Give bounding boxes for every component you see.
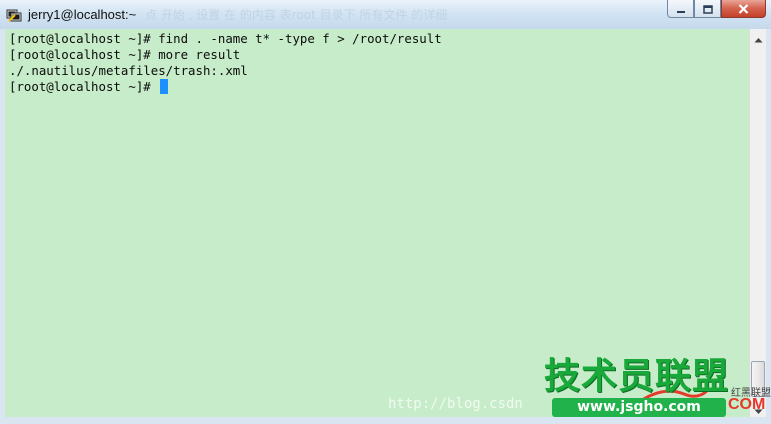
text-cursor: [160, 79, 169, 94]
terminal-line-3: ./.nautilus/metafiles/trash:.xml: [9, 63, 248, 78]
minimize-icon: [676, 0, 686, 18]
close-button[interactable]: [721, 0, 766, 18]
window-title: jerry1@localhost:~: [28, 7, 137, 22]
terminal-window: jerry1@localhost:~ 点 开始 , 设置 在 的内容 表root…: [0, 0, 771, 424]
scroll-up-arrow-icon: [754, 28, 763, 47]
window-controls: [667, 0, 766, 20]
watermark-com: COM: [728, 396, 766, 413]
window-frame-right: [766, 29, 771, 424]
maximize-icon: [702, 0, 713, 18]
terminal-line-1: [root@localhost ~]# find . -name t* -typ…: [9, 31, 442, 46]
minimize-button[interactable]: [667, 0, 694, 18]
scroll-up-button[interactable]: [750, 29, 766, 45]
putty-terminal-icon[interactable]: [6, 7, 22, 23]
terminal-prompt-line: [root@localhost ~]#: [9, 79, 169, 95]
watermark-url: http://blog.csdn: [388, 396, 523, 412]
vertical-scrollbar[interactable]: [749, 29, 767, 417]
watermark-logo: 技术员联盟: [544, 356, 730, 397]
close-icon: [738, 0, 749, 18]
window-frame-bottom: [0, 417, 771, 424]
maximize-button[interactable]: [694, 0, 721, 18]
watermark-site: www.jsgho.com: [552, 398, 726, 417]
terminal-line-2: [root@localhost ~]# more result: [9, 47, 241, 62]
background-window-text: 点 开始 , 设置 在 的内容 表root 目录下 所有文件 的详细: [145, 8, 448, 22]
terminal-prompt: [root@localhost ~]#: [9, 79, 159, 94]
title-bar[interactable]: jerry1@localhost:~ 点 开始 , 设置 在 的内容 表root…: [0, 0, 771, 30]
